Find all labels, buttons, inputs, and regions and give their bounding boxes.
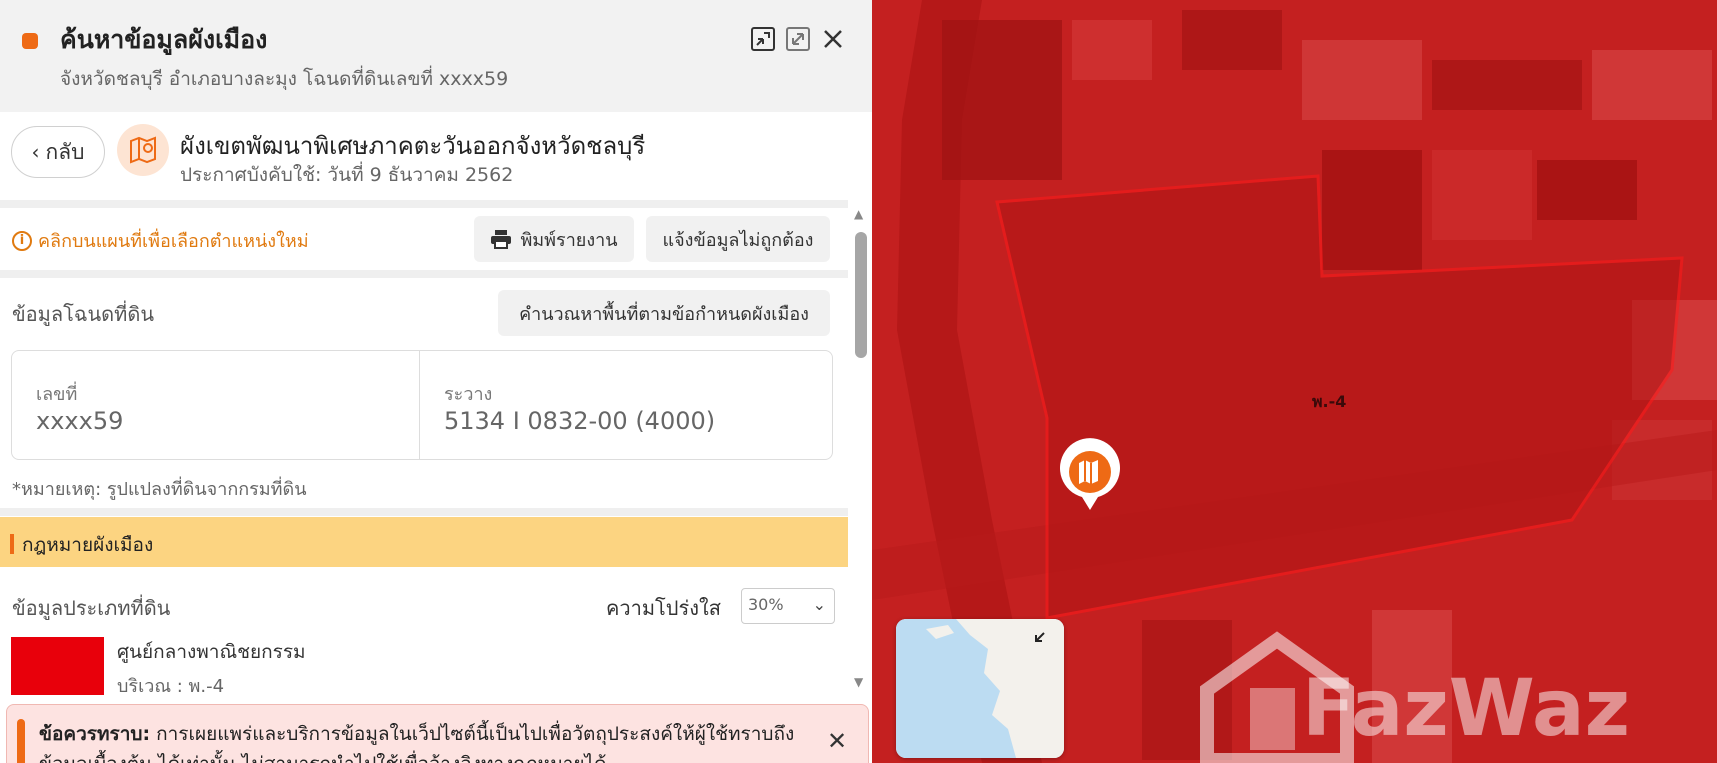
chevron-down-icon: ⌄ <box>812 595 826 614</box>
panel-header: ค้นหาข้อมูลผังเมือง จังหวัดชลบุรี อำเภอบ… <box>0 0 872 112</box>
ravang-cell: ระวาง 5134 I 0832-00 (4000) <box>420 351 832 459</box>
report-incorrect-button[interactable]: แจ้งข้อมูลไม่ถูกต้อง <box>646 216 830 262</box>
deed-section-title: ข้อมูลโฉนดที่ดิน <box>12 302 154 326</box>
map-click-hint: i คลิกบนแผนที่เพื่อเลือกตำแหน่งใหม่ <box>12 226 309 255</box>
printer-icon <box>491 230 512 249</box>
zone-name: ศูนย์กลางพาณิชยกรรม <box>117 641 306 663</box>
back-label: กลับ <box>45 139 85 164</box>
info-icon: i <box>12 230 32 251</box>
deed-note: *หมายเหตุ: รูปแปลงที่ดินจากกรมที่ดิน <box>12 479 307 500</box>
ravang-label: ระวาง <box>444 384 493 405</box>
calc-label: คำนวณหาพื้นที่ตามข้อกำหนดผังเมือง <box>519 303 809 325</box>
deed-number-label: เลขที่ <box>36 384 78 405</box>
zoning-law-bar[interactable]: กฎหมายผังเมือง <box>0 517 848 567</box>
law-effective-date: ประกาศบังคับใช้: วันที่ 9 ธันวาคม 2562 <box>180 164 514 186</box>
divider <box>0 508 848 516</box>
deed-card: เลขที่ xxxx59 ระวาง 5134 I 0832-00 (4000… <box>11 350 833 460</box>
opacity-value: 30% <box>748 595 784 614</box>
collapse-icon[interactable] <box>750 26 776 52</box>
search-panel: ค้นหาข้อมูลผังเมือง จังหวัดชลบุรี อำเภอบ… <box>0 0 872 763</box>
disclaimer-text: ข้อควรทราบ: การเผยแพร่และบริการข้อมูลในเ… <box>39 719 819 763</box>
deed-number-value: xxxx59 <box>36 407 124 435</box>
print-report-button[interactable]: พิมพ์รายงาน <box>474 216 634 262</box>
print-label: พิมพ์รายงาน <box>520 229 618 251</box>
brand-dot <box>22 33 38 49</box>
report-label: แจ้งข้อมูลไม่ถูกต้อง <box>662 229 814 251</box>
opacity-select[interactable]: 30% ⌄ <box>741 588 835 624</box>
mini-map[interactable] <box>896 619 1064 758</box>
scrollbar[interactable]: ▲ ▼ <box>852 205 870 695</box>
law-header: ‹ กลับ ผังเขตพัฒนาพิเศษภาคตะวันออกจังหวั… <box>0 112 872 200</box>
zoning-law-title: กฎหมายผังเมือง <box>22 534 154 556</box>
toolbar: i คลิกบนแผนที่เพื่อเลือกตำแหน่งใหม่ พิมพ… <box>0 206 848 268</box>
close-icon[interactable] <box>820 26 846 52</box>
divider <box>0 270 848 278</box>
land-type-title: ข้อมูลประเภทที่ดิน <box>12 596 171 620</box>
expand-icon[interactable] <box>785 26 811 52</box>
panel-subtitle: จังหวัดชลบุรี อำเภอบางละมุง โฉนดที่ดินเล… <box>60 68 509 90</box>
map-location-icon <box>117 124 169 176</box>
opacity-label: ความโปร่งใส <box>606 596 721 620</box>
disclaimer-body: การเผยแพร่และบริการข้อมูลในเว็ปไซต์นี้เป… <box>39 723 795 763</box>
zone-area: บริเวณ : พ.-4 <box>117 676 225 697</box>
calculate-area-button[interactable]: คำนวณหาพื้นที่ตามข้อกำหนดผังเมือง <box>498 290 830 336</box>
ravang-value: 5134 I 0832-00 (4000) <box>444 407 716 435</box>
hint-text: คลิกบนแผนที่เพื่อเลือกตำแหน่งใหม่ <box>38 231 309 252</box>
disclaimer-bold: ข้อควรทราบ: <box>39 723 151 745</box>
accent-bar <box>17 719 25 763</box>
zone-map-label: พ.-4 <box>1312 392 1346 411</box>
scroll-up-icon[interactable]: ▲ <box>854 207 863 221</box>
scrollbar-thumb[interactable] <box>855 232 867 358</box>
disclaimer-notice: ข้อควรทราบ: การเผยแพร่และบริการข้อมูลในเ… <box>6 704 869 763</box>
accent-bar <box>10 534 14 554</box>
deed-number-cell: เลขที่ xxxx59 <box>12 351 420 459</box>
scroll-down-icon[interactable]: ▼ <box>854 675 863 689</box>
watermark-text: FazWaz <box>1302 664 1630 754</box>
chevron-left-icon: ‹ <box>31 140 40 164</box>
zone-color-swatch <box>11 637 104 695</box>
panel-title: ค้นหาข้อมูลผังเมือง <box>60 25 268 54</box>
back-button[interactable]: ‹ กลับ <box>11 126 105 178</box>
close-notice-icon[interactable]: ✕ <box>827 727 847 755</box>
